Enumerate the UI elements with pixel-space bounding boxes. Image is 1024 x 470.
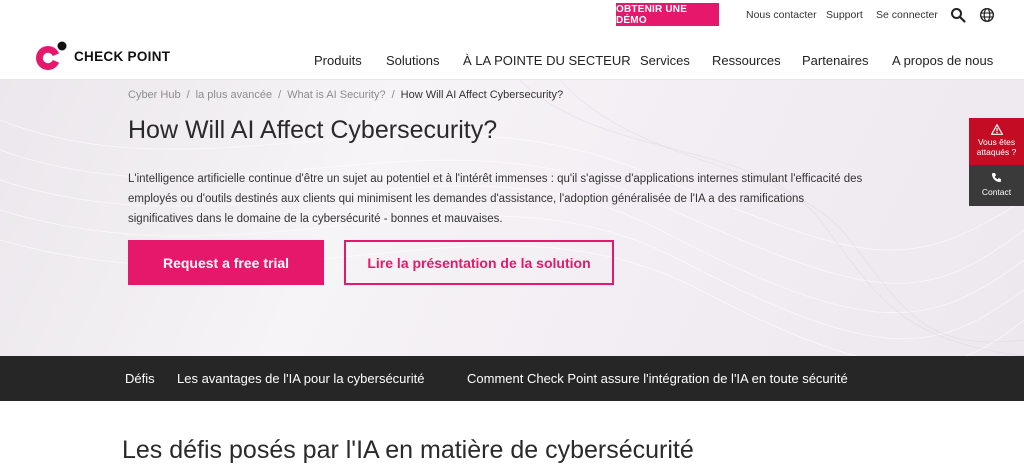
nav-about[interactable]: A propos de nous xyxy=(892,53,993,68)
checkpoint-logo[interactable]: CHECK POINT xyxy=(34,40,194,72)
checkpoint-logo-icon xyxy=(36,41,67,70)
contact-label: Contact xyxy=(981,187,1012,197)
breadcrumb-link[interactable]: Cyber Hub xyxy=(128,89,181,101)
hero-description: L'intelligence artificielle continue d'ê… xyxy=(128,173,863,225)
tab-avantages[interactable]: Les avantages de l'IA pour la cybersécur… xyxy=(177,371,424,386)
nav-partenaires[interactable]: Partenaires xyxy=(802,53,868,68)
breadcrumb-separator: / xyxy=(391,89,395,101)
main-nav: CHECK POINT Produits Solutions À LA POIN… xyxy=(0,30,1024,80)
utility-bar: OBTENIR UNE DÉMO Nous contacter Support … xyxy=(0,0,1024,30)
breadcrumb-link[interactable]: What is AI Security? xyxy=(287,89,385,101)
nav-produits[interactable]: Produits xyxy=(314,53,362,68)
contact-widget[interactable]: Contact xyxy=(969,165,1024,206)
support-link[interactable]: Support xyxy=(826,9,863,21)
get-demo-button[interactable]: OBTENIR UNE DÉMO xyxy=(616,3,719,26)
brand-name: CHECK POINT xyxy=(74,48,171,64)
free-trial-button[interactable]: Request a free trial xyxy=(128,240,324,285)
page-title: How Will AI Affect Cybersecurity? xyxy=(128,116,498,144)
breadcrumb-link[interactable]: la plus avancée xyxy=(196,89,272,101)
hero-section: Cyber Hub / la plus avancée / What is AI S… xyxy=(0,80,1024,356)
nav-ressources[interactable]: Ressources xyxy=(712,53,781,68)
warning-icon xyxy=(990,124,1003,135)
section-tabbar: Défis Les avantages de l'IA pour la cybe… xyxy=(0,356,1024,401)
login-link[interactable]: Se connecter xyxy=(876,9,938,21)
breadcrumb-separator: / xyxy=(186,89,190,101)
breadcrumb: Cyber Hub / la plus avancée / What is AI S… xyxy=(128,89,563,101)
under-attack-widget[interactable]: Vous êtes attaqués ? xyxy=(969,118,1024,165)
solution-brief-button[interactable]: Lire la présentation de la solution xyxy=(344,240,614,285)
contact-link[interactable]: Nous contacter xyxy=(746,9,817,21)
tab-defis[interactable]: Défis xyxy=(125,371,155,386)
section-title: Les défis posés par l'IA en matière de c… xyxy=(122,436,694,464)
under-attack-label: Vous êtes attaqués ? xyxy=(976,137,1017,157)
breadcrumb-current: How Will AI Affect Cybersecurity? xyxy=(400,89,564,101)
globe-icon[interactable] xyxy=(979,7,995,23)
breadcrumb-separator: / xyxy=(278,89,282,101)
tab-integration[interactable]: Comment Check Point assure l'intégration… xyxy=(467,371,848,386)
phone-icon xyxy=(992,173,1001,182)
nav-solutions[interactable]: Solutions xyxy=(386,53,439,68)
nav-industry[interactable]: À LA POINTE DU SECTEUR xyxy=(463,53,631,68)
nav-services[interactable]: Services xyxy=(640,53,690,68)
search-icon[interactable] xyxy=(950,7,966,23)
